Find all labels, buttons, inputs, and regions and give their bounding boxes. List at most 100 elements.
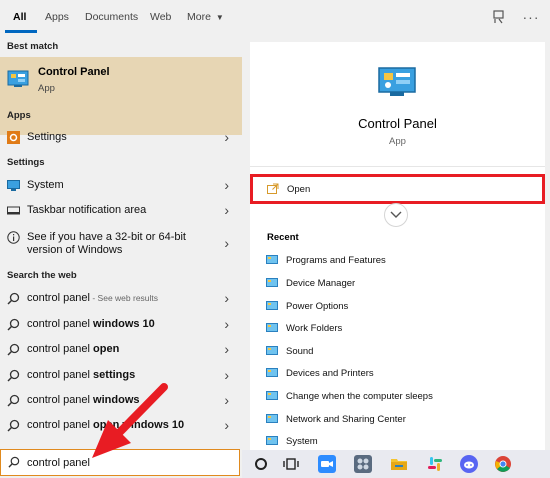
control-panel-small-icon — [266, 323, 278, 332]
chevron-down-icon: ▼ — [215, 13, 224, 22]
control-panel-small-icon — [266, 436, 278, 445]
search-icon — [7, 369, 20, 382]
app-icon[interactable] — [354, 455, 372, 473]
tab-web[interactable]: Web — [150, 11, 171, 23]
more-options-icon[interactable]: ··· — [522, 8, 540, 26]
recent-item-label: Device Manager — [286, 278, 356, 289]
active-tab-indicator — [5, 30, 37, 33]
control-panel-small-icon — [266, 414, 278, 423]
recent-item[interactable]: System — [250, 432, 545, 452]
suggestion-text: control panel — [27, 369, 94, 381]
web-suggestion[interactable]: control panel windows › — [0, 389, 242, 413]
detail-subtitle: App — [389, 136, 406, 147]
recent-item-label: Programs and Features — [286, 255, 386, 266]
recent-item[interactable]: Device Manager — [250, 274, 545, 294]
detail-title: Control Panel — [358, 116, 437, 131]
recent-item-label: Network and Sharing Center — [286, 414, 406, 425]
control-panel-icon — [7, 70, 29, 87]
web-suggestion[interactable]: control panel windows 10 › — [0, 313, 242, 337]
suggestion-hint: - See web results — [90, 293, 159, 303]
search-tabs-bar: All Apps Documents Web More ▼ ··· — [0, 0, 550, 34]
suggestion-bold: windows — [93, 394, 140, 406]
web-suggestion[interactable]: control panel open windows 10 › — [0, 414, 242, 438]
taskbar — [242, 450, 550, 478]
recent-item-label: Sound — [286, 346, 314, 357]
results-pane: Best match Control Panel App Apps Settin… — [0, 34, 242, 449]
recent-item[interactable]: Change when the computer sleeps — [250, 387, 545, 407]
tab-documents[interactable]: Documents — [85, 11, 138, 23]
best-match-subtitle: App — [38, 83, 55, 94]
divider — [250, 166, 545, 167]
detail-pane: Control Panel App Open Recent Programs a… — [250, 42, 545, 450]
setting-item-label: System — [27, 179, 64, 191]
control-panel-small-icon — [266, 301, 278, 310]
chevron-right-icon[interactable]: › — [224, 290, 229, 306]
discord-icon[interactable] — [460, 455, 478, 473]
open-button[interactable]: Open — [250, 174, 545, 204]
recent-item[interactable]: Work Folders — [250, 319, 545, 339]
suggestion-text: control panel — [27, 419, 94, 431]
search-icon — [8, 456, 20, 468]
app-item-label: Settings — [27, 131, 67, 143]
chevron-right-icon[interactable]: › — [224, 417, 229, 433]
chevron-down-icon — [390, 211, 402, 218]
suggestion-text: control panel — [27, 343, 94, 355]
setting-item-system[interactable]: System › — [0, 174, 242, 198]
suggestion-text: control panel — [27, 394, 94, 406]
suggestion-text: control panel — [27, 318, 94, 330]
control-panel-small-icon — [266, 346, 278, 355]
chevron-right-icon[interactable]: › — [224, 202, 229, 218]
task-view-icon[interactable] — [282, 455, 300, 473]
cortana-icon[interactable] — [252, 455, 270, 473]
search-input[interactable]: control panel — [0, 449, 240, 476]
best-match-title: Control Panel — [38, 66, 110, 78]
search-query: control panel — [27, 457, 90, 469]
chrome-icon[interactable] — [494, 455, 512, 473]
chevron-right-icon[interactable]: › — [224, 392, 229, 408]
gear-icon — [7, 131, 20, 144]
setting-item-32-64-bit[interactable]: See if you have a 32-bit or 64-bit versi… — [0, 226, 242, 266]
web-suggestion[interactable]: control panel open › — [0, 338, 242, 362]
chevron-right-icon[interactable]: › — [224, 341, 229, 357]
suggestion-bold: open — [93, 343, 120, 355]
web-suggestion[interactable]: control panel - See web results › — [0, 287, 242, 311]
chevron-right-icon[interactable]: › — [224, 235, 229, 251]
zoom-icon[interactable] — [318, 455, 336, 473]
recent-item-label: Devices and Printers — [286, 368, 374, 379]
expand-button[interactable] — [384, 203, 408, 227]
search-icon — [7, 419, 20, 432]
tab-more[interactable]: More ▼ — [187, 11, 224, 23]
chevron-right-icon[interactable]: › — [224, 129, 229, 145]
suggestion-bold: open windows 10 — [93, 419, 185, 431]
recent-item[interactable]: Programs and Features — [250, 251, 545, 271]
tab-more-label: More — [187, 11, 211, 23]
recent-item[interactable]: Sound — [250, 342, 545, 362]
open-icon — [267, 183, 279, 194]
recent-item-label: Change when the computer sleeps — [286, 391, 433, 402]
control-panel-small-icon — [266, 368, 278, 377]
taskbar-icon — [7, 206, 20, 215]
search-web-heading: Search the web — [7, 270, 77, 281]
file-explorer-icon[interactable] — [390, 455, 408, 473]
suggestion-bold: settings — [93, 369, 136, 381]
chevron-right-icon[interactable]: › — [224, 177, 229, 193]
recent-item[interactable]: Network and Sharing Center — [250, 410, 545, 430]
recent-item[interactable]: Devices and Printers — [250, 364, 545, 384]
control-panel-small-icon — [266, 278, 278, 287]
chevron-right-icon[interactable]: › — [224, 367, 229, 383]
setting-item-taskbar-notification[interactable]: Taskbar notification area › — [0, 199, 242, 223]
recent-item[interactable]: Power Options — [250, 297, 545, 317]
control-panel-small-icon — [266, 255, 278, 264]
chevron-right-icon[interactable]: › — [224, 316, 229, 332]
open-label: Open — [287, 184, 311, 195]
tab-apps[interactable]: Apps — [45, 11, 69, 23]
suggestion-bold: windows 10 — [93, 318, 155, 330]
slack-icon[interactable] — [426, 455, 444, 473]
feedback-icon[interactable] — [490, 8, 508, 26]
web-suggestion[interactable]: control panel settings › — [0, 364, 242, 388]
app-item-settings[interactable]: Settings › — [0, 126, 242, 150]
search-icon — [7, 292, 20, 305]
tab-all[interactable]: All — [13, 11, 26, 23]
best-match-result[interactable] — [0, 57, 242, 135]
control-panel-icon — [378, 67, 416, 96]
